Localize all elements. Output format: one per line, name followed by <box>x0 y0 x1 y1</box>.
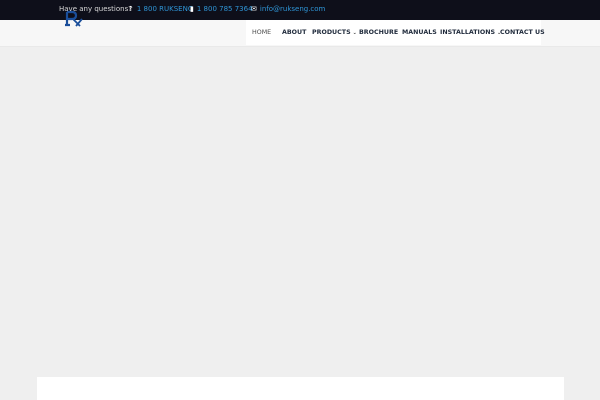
nav-item-home[interactable]: HOME <box>252 29 271 36</box>
nav-products-label: PRODUCTS <box>312 29 351 36</box>
nav-item-brochure[interactable]: BROCHURE <box>359 29 398 36</box>
content-panel <box>37 377 564 400</box>
mobile-icon: ▮ <box>190 5 194 13</box>
phone-icon: ↑ <box>128 5 134 13</box>
phone-link-1[interactable]: ↑ 1 800 RUKSENG <box>128 5 193 13</box>
nav-installations-label: INSTALLATIONS <box>440 29 496 36</box>
main-nav: HOME ABOUT PRODUCTS ⌄ BROCHURE MANUALS I… <box>246 20 545 45</box>
nav-brochure-label: BROCHURE <box>359 29 399 36</box>
phone-1-text: 1 800 RUKSENG <box>136 5 194 13</box>
nav-item-about[interactable]: ABOUT <box>282 29 306 36</box>
site-logo[interactable] <box>63 10 85 28</box>
nav-manuals-label: MANUALS <box>402 29 437 36</box>
nav-item-installations[interactable]: INSTALLATIONS ⌄ <box>440 29 501 36</box>
phone-2-text: 1 800 785 7364 <box>196 5 253 13</box>
top-bar: Have any questions? ↑ 1 800 RUKSENG ▮ 1 80… <box>0 0 600 20</box>
phone-link-2[interactable]: ▮ 1 800 785 7364 <box>190 5 253 13</box>
nav-contact-label: CONTACT US <box>500 29 545 36</box>
email-text: info@rukseng.com <box>259 5 326 13</box>
envelope-icon: ✉ <box>251 5 257 13</box>
nav-item-contact[interactable]: CONTACT US <box>500 29 545 36</box>
nav-item-products[interactable]: PRODUCTS ⌄ <box>312 29 357 36</box>
nav-home-label: HOME <box>252 29 272 36</box>
nav-about-label: ABOUT <box>282 29 307 36</box>
nav-item-manuals[interactable]: MANUALS <box>402 29 437 36</box>
chevron-down-icon: ⌄ <box>352 29 357 36</box>
logo-mark-icon <box>65 10 83 27</box>
email-link[interactable]: ✉ info@rukseng.com <box>251 5 325 13</box>
